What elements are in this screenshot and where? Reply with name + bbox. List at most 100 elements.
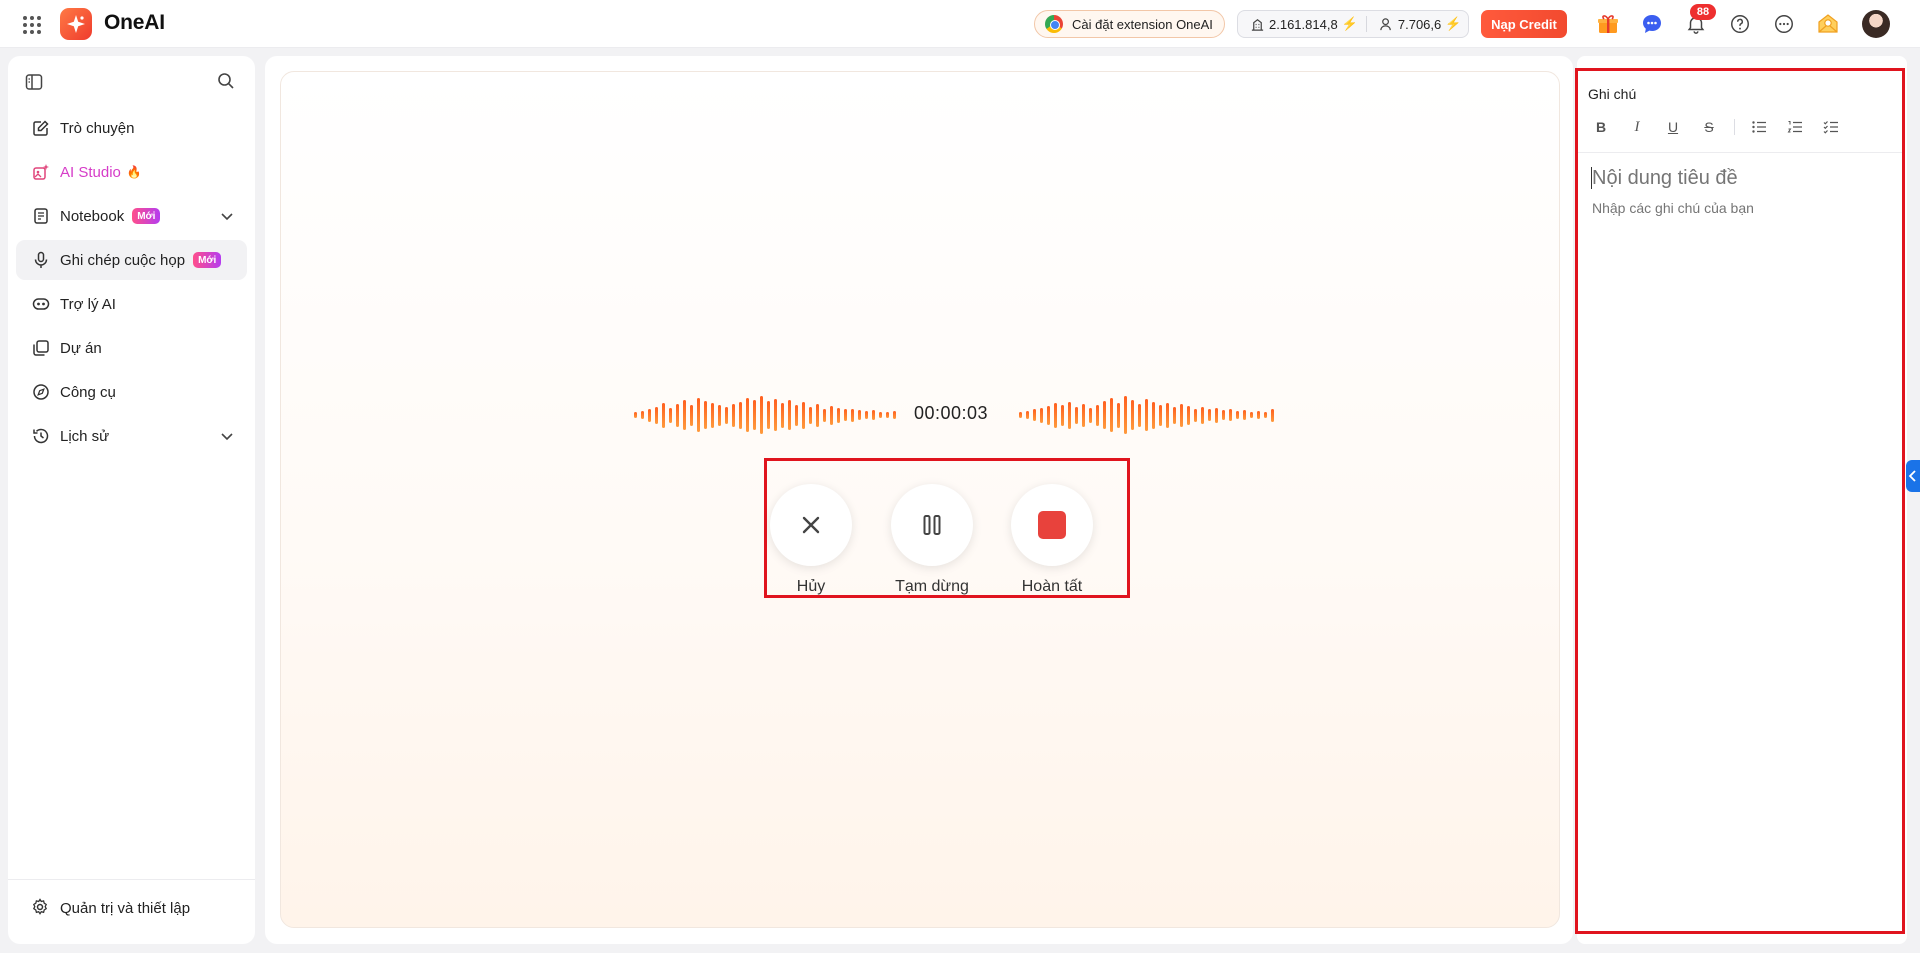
sidebar-item-label: Dự án	[60, 339, 102, 357]
underline-icon[interactable]: U	[1662, 116, 1684, 138]
italic-icon[interactable]: I	[1626, 116, 1648, 138]
waveform-bar	[1243, 410, 1246, 420]
help-icon[interactable]	[1726, 10, 1754, 38]
settings-button[interactable]: Quản trị và thiết lập	[16, 888, 247, 928]
waveform-bar	[844, 409, 847, 421]
mail-award-icon[interactable]	[1814, 10, 1842, 38]
strikethrough-icon[interactable]: S	[1698, 116, 1720, 138]
sidebar-toggle-icon[interactable]	[24, 72, 46, 94]
apps-grid-icon[interactable]	[21, 14, 43, 36]
close-icon	[802, 516, 820, 534]
finish-control: Hoàn tất	[992, 484, 1112, 596]
waveform-bar	[1229, 409, 1232, 421]
chat-bubble-icon[interactable]	[1638, 10, 1666, 38]
waveform-bar	[809, 406, 812, 424]
sidebar-divider	[8, 879, 255, 880]
bolt-icon: ⚡	[1445, 16, 1462, 31]
collapse-panel-tab[interactable]	[1906, 460, 1920, 492]
app-name: OneAI	[104, 11, 165, 34]
avatar[interactable]	[1862, 10, 1890, 38]
cancel-control: Hủy	[751, 484, 871, 596]
waveform-bar	[662, 402, 665, 428]
waveform-bar	[1215, 407, 1218, 423]
bold-icon[interactable]: B	[1590, 116, 1612, 138]
gift-icon[interactable]	[1594, 10, 1622, 38]
sidebar-item-label: Ghi chép cuộc họp	[60, 251, 186, 269]
waveform-bar	[690, 404, 693, 426]
sidebar-item-label: Công cụ	[60, 383, 116, 401]
sidebar-item-projects[interactable]: Dự án	[16, 328, 247, 368]
sidebar-item-label: Trợ lý AI	[60, 295, 116, 313]
sidebar-item-ai-assistant[interactable]: Trợ lý AI	[16, 284, 247, 324]
waveform-bar	[1187, 405, 1190, 425]
waveform-bar	[851, 408, 854, 422]
cancel-button[interactable]	[770, 484, 852, 566]
mic-icon	[31, 250, 51, 270]
waveform-bar	[788, 400, 791, 430]
waveform-bar	[1257, 411, 1260, 419]
waveform-bar	[683, 400, 686, 430]
waveform-bar	[886, 412, 889, 418]
waveform-bar	[753, 400, 756, 430]
finish-button[interactable]	[1011, 484, 1093, 566]
sidebar-item-history[interactable]: Lịch sử	[16, 416, 247, 456]
checklist-icon[interactable]	[1820, 116, 1842, 138]
waveform-bar	[1117, 402, 1120, 428]
bullet-list-icon[interactable]	[1748, 116, 1770, 138]
waveform-bar	[648, 408, 651, 422]
sidebar-item-chat[interactable]: Trò chuyện	[16, 108, 247, 148]
toolbar-divider	[1734, 119, 1735, 135]
waveform-bar	[1054, 402, 1057, 428]
gear-icon	[31, 898, 51, 918]
credit-balance[interactable]: 2.161.814,8 ⚡ 7.706,6 ⚡	[1237, 10, 1469, 38]
waveform-bar	[739, 401, 742, 429]
sidebar-item-tools[interactable]: Công cụ	[16, 372, 247, 412]
waveform-bar	[697, 398, 700, 432]
install-extension-button[interactable]: Cài đặt extension OneAI	[1034, 10, 1225, 38]
chevron-down-icon[interactable]	[217, 206, 237, 226]
pause-button[interactable]	[891, 484, 973, 566]
waveform-bar	[1103, 401, 1106, 429]
topup-credit-button[interactable]: Nạp Credit	[1481, 10, 1567, 38]
waveform-bar	[1166, 402, 1169, 428]
sidebar-item-ai-studio[interactable]: AI Studio 🔥	[16, 152, 247, 192]
pause-label: Tạm dừng	[895, 578, 969, 595]
waveform-bar	[802, 401, 805, 429]
waveform-bar	[893, 411, 896, 419]
waveform-bar	[1033, 409, 1036, 421]
fire-icon: 🔥	[126, 165, 142, 179]
edit-icon	[31, 118, 51, 138]
waveform-bar	[1180, 403, 1183, 427]
waveform-bar	[1082, 403, 1085, 427]
waveform-bar	[865, 411, 868, 419]
waveform-bar	[1159, 404, 1162, 426]
compass-icon	[31, 382, 51, 402]
waveform-right	[1019, 394, 1274, 436]
note-title-input[interactable]	[1592, 163, 1892, 193]
note-body-input[interactable]	[1592, 200, 1892, 216]
chrome-icon	[1045, 15, 1063, 33]
waveform-bar	[1096, 404, 1099, 426]
org-credit-value: 2.161.814,8	[1269, 16, 1338, 32]
search-icon[interactable]	[216, 71, 238, 93]
cancel-label: Hủy	[796, 578, 826, 595]
waveform-left	[634, 394, 896, 436]
numbered-list-icon[interactable]	[1784, 116, 1806, 138]
waveform-bar	[732, 403, 735, 427]
waveform-bar	[781, 402, 784, 428]
chevron-down-icon[interactable]	[217, 426, 237, 446]
waveform-bar	[676, 403, 679, 427]
sidebar-item-notebook[interactable]: Notebook Mới	[16, 196, 247, 236]
user-icon	[1380, 17, 1391, 30]
sidebar: Trò chuyện AI Studio 🔥 Notebook Mới Ghi …	[8, 56, 255, 944]
recording-card: 00:00:03 Hủy Tạm dừng Hoàn tất	[280, 71, 1560, 928]
sidebar-item-meeting-notes[interactable]: Ghi chép cuộc họp Mới	[16, 240, 247, 280]
more-icon[interactable]	[1770, 10, 1798, 38]
notes-divider	[1578, 152, 1902, 153]
waveform-bar	[1173, 406, 1176, 424]
waveform-bar	[704, 401, 707, 429]
finish-label: Hoàn tất	[1021, 578, 1083, 595]
oneai-logo-icon[interactable]	[60, 8, 92, 40]
notification-badge: 88	[1690, 4, 1716, 20]
waveform-bar	[1068, 401, 1071, 429]
